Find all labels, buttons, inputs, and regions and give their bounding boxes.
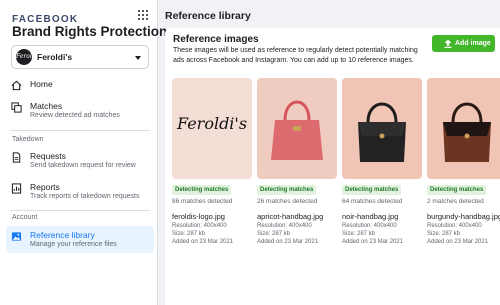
divider (10, 130, 150, 131)
account-name: Feroldi's (37, 52, 73, 62)
add-image-label: Add image (455, 39, 491, 47)
file-name: feroldis-logo.jpg (172, 212, 225, 221)
sidebar-item-home[interactable]: Home (6, 77, 154, 93)
page-title: Reference library (165, 10, 251, 22)
sidebar-item-matches[interactable]: Matches Review detected ad matches (6, 99, 154, 123)
file-size: Size: 287 kb (257, 231, 291, 237)
sidebar-item-label: Reports (30, 182, 60, 192)
home-icon (11, 80, 22, 91)
added-date: Added on 23 Mar 2021 (257, 239, 319, 245)
match-count: 2 matches detected (427, 198, 484, 205)
account-avatar: Feroldi's (16, 49, 32, 65)
file-size: Size: 287 kb (172, 231, 206, 237)
sidebar-item-description: Send takedown request for review (30, 162, 136, 169)
file-resolution: Resolution: 400x400 (257, 223, 312, 229)
added-date: Added on 23 Mar 2021 (172, 239, 234, 245)
file-name: apricot-handbag.jpg (257, 212, 324, 221)
reports-icon (11, 183, 22, 194)
logo-thumbnail: Feroldi's (172, 78, 252, 179)
status-badge: Detecting matches (257, 185, 317, 195)
match-count: 64 matches detected (342, 198, 403, 205)
added-date: Added on 23 Mar 2021 (342, 239, 404, 245)
upload-icon (444, 39, 452, 48)
file-resolution: Resolution: 400x400 (342, 223, 397, 229)
card-title: Reference images (173, 34, 259, 45)
file-size: Size: 287 kb (342, 231, 376, 237)
status-badge: Detecting matches (172, 185, 232, 195)
requests-icon (12, 152, 21, 163)
sidebar: FACEBOOK Brand Rights Protection Feroldi… (0, 0, 167, 305)
sidebar-item-description: Manage your reference files (30, 241, 117, 248)
divider (10, 210, 150, 211)
sidebar-item-reports[interactable]: Reports Track reports of takedown reques… (6, 180, 154, 204)
added-date: Added on 23 Mar 2021 (427, 239, 489, 245)
sidebar-item-label: Requests (30, 151, 66, 161)
section-heading-account: Account (12, 214, 38, 221)
grid-icon[interactable] (138, 10, 148, 20)
sidebar-item-label: Home (30, 79, 53, 89)
add-image-button[interactable]: Add image (432, 35, 495, 52)
account-selector[interactable]: Feroldi's Feroldi's (11, 45, 149, 69)
sidebar-item-reference-library[interactable]: Reference library Manage your reference … (6, 226, 154, 253)
file-resolution: Resolution: 400x400 (172, 223, 227, 229)
burgundy-handbag-thumbnail (427, 78, 500, 179)
brand-row: FACEBOOK (12, 9, 148, 25)
card-description: These images will be used as reference t… (173, 47, 418, 64)
sidebar-item-description: Review detected ad matches (30, 112, 120, 119)
reference-images-card: Reference images These images will be us… (165, 28, 500, 305)
apricot-handbag-thumbnail (257, 78, 337, 179)
reference-library-icon (11, 232, 22, 241)
status-badge: Detecting matches (342, 185, 402, 195)
logo-wordmark: Feroldi's (176, 114, 248, 133)
noir-handbag-thumbnail (342, 78, 422, 179)
status-badge: Detecting matches (427, 185, 487, 195)
app-title: Brand Rights Protection (12, 24, 168, 39)
file-name: burgundy-handbag.jpg (427, 212, 500, 221)
sidebar-item-label: Reference library (30, 230, 95, 240)
section-heading-takedown: Takedown (12, 136, 44, 143)
sidebar-item-requests[interactable]: Requests Send takedown request for revie… (6, 149, 154, 173)
sidebar-item-label: Matches (30, 101, 63, 111)
sidebar-item-description: Track reports of takedown requests (30, 193, 140, 200)
chevron-down-icon (135, 56, 141, 60)
file-name: noir-handbag.jpg (342, 212, 399, 221)
file-size: Size: 287 kb (427, 231, 461, 237)
matches-icon (11, 102, 22, 113)
match-count: 26 matches detected (257, 198, 318, 205)
match-count: 86 matches detected (172, 198, 233, 205)
file-resolution: Resolution: 400x400 (427, 223, 482, 229)
